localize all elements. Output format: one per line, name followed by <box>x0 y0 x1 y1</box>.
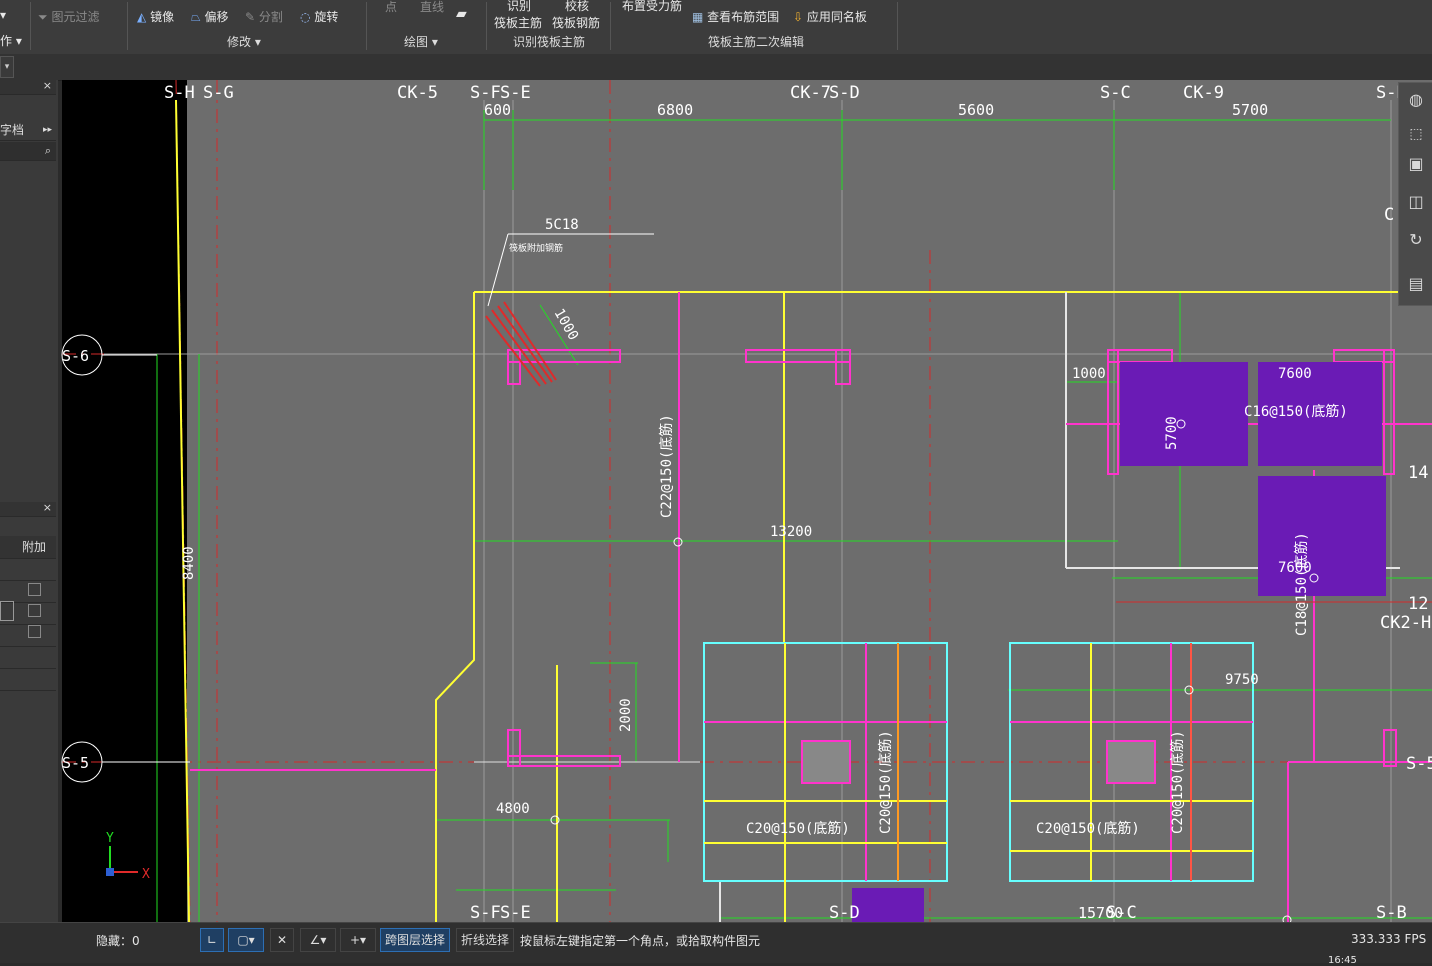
cross-layer-select-button[interactable]: 跨图层选择 <box>380 928 450 952</box>
dimension-text: 5700 <box>1232 101 1268 119</box>
cad-drawing[interactable]: S-H S-G CK-5 S-F S-E CK-7 S-D S-C CK-9 S… <box>0 0 1432 962</box>
snap-toggle[interactable]: ▢▾ <box>228 928 264 952</box>
axis-label: S-C <box>1100 83 1131 103</box>
annotations: 5C18 筏板附加钢筋 1000 C22@150(底筋) 13200 8400 … <box>181 217 1348 837</box>
dimension-text: 5600 <box>958 101 994 119</box>
axis-bubble-label: S-6 <box>62 347 89 365</box>
rebar-label-5c18: 5C18 <box>545 217 579 233</box>
axis-label: S-B <box>1376 903 1407 923</box>
ortho-toggle[interactable]: ∟ <box>200 928 224 952</box>
grid-view-icon[interactable]: ▤ <box>1403 271 1429 297</box>
top-view-icon[interactable]: ▣ <box>1403 151 1429 177</box>
orbit-icon[interactable]: ◍ <box>1403 87 1429 113</box>
rebar-label: C20@150(底筋) <box>1169 730 1186 834</box>
axis-label: S-E <box>500 83 531 103</box>
dimension-text: 5700 <box>1164 416 1180 450</box>
axis-labels-bottom: S-F S-E S-D 15700 S-C S-B <box>470 903 1407 923</box>
axis-bubble-label: S-5 <box>62 754 89 772</box>
axis-bubbles <box>61 334 190 783</box>
command-hint: 按鼠标左键指定第一个角点，或拾取构件图元 <box>520 934 761 948</box>
cross-snap-toggle[interactable]: ✕ <box>270 928 294 952</box>
axis-label: CK-5 <box>397 83 438 103</box>
axis-label: CK-7 <box>790 83 831 103</box>
clock: 16:45 <box>1328 955 1357 966</box>
ortho-icon: ∟ <box>206 933 218 947</box>
axis-label: S-D <box>829 903 860 923</box>
dimension-text: 6800 <box>657 101 693 119</box>
dimension-text: 1000 <box>551 306 582 343</box>
axis-label: S-G <box>203 83 234 103</box>
offset-toggle[interactable]: +▾ <box>340 928 376 952</box>
bubble-labels: S-6 S-5 <box>62 347 89 772</box>
y-axis-label: Y <box>106 831 114 846</box>
axis-label: 12 <box>1408 594 1428 614</box>
polyline-select-button[interactable]: 折线选择 <box>456 928 514 952</box>
3d-view-icon[interactable]: ⬚ <box>1403 121 1429 147</box>
axis-labels-top: S-H S-G CK-5 S-F S-E CK-7 S-D S-C CK-9 S… <box>164 83 1407 103</box>
axis-label: C <box>1384 205 1394 225</box>
ucs-icon: Y X <box>106 831 150 882</box>
axis-label: 14 <box>1408 463 1428 483</box>
hidden-count: 隐藏：0 <box>96 934 140 948</box>
dimension-text: 13200 <box>770 524 812 540</box>
snap-icon: ▢▾ <box>237 933 255 947</box>
dimension-text-top: 600 6800 5600 5700 <box>484 101 1268 119</box>
box-view-icon[interactable]: ◫ <box>1403 189 1429 215</box>
plus-icon: +▾ <box>349 933 367 947</box>
rebar-label: C16@150(底筋) <box>1244 403 1348 420</box>
angle-toggle[interactable]: ∠▾ <box>300 928 336 952</box>
dimension-text: 1000 <box>1072 366 1106 382</box>
rotate-view-icon[interactable]: ↻ <box>1403 227 1429 253</box>
dimension-text: 7600 <box>1278 366 1312 382</box>
axis-label: S-D <box>829 83 860 103</box>
dimension-text: 4800 <box>496 801 530 817</box>
rebar-label: C20@150(底筋) <box>746 820 850 837</box>
axis-lines <box>62 79 1432 923</box>
axis-label: S-E <box>500 903 531 923</box>
rebar-note: 筏板附加钢筋 <box>509 242 563 254</box>
dimension-text: 8400 <box>181 546 197 580</box>
slab-outlines <box>175 99 1400 923</box>
status-bar: 隐藏：0 ∟ ▢▾ ✕ ∠▾ +▾ 跨图层选择 折线选择 按鼠标左键指定第一个角… <box>0 922 1432 966</box>
rebar-label: C22@150(底筋) <box>658 414 675 518</box>
angle-icon: ∠▾ <box>309 933 327 947</box>
dimension-text: 9750 <box>1225 672 1259 688</box>
axis-label: S-H <box>164 83 195 103</box>
view-toolbar: ◍ ⬚ ▣ ◫ ↻ ▤ <box>1398 82 1432 306</box>
grid-lines <box>104 100 1432 922</box>
axis-label: CK2-H <box>1380 613 1431 633</box>
rebar-label: C18@150(底筋) <box>1293 532 1310 636</box>
fps-counter: 333.333 FPS <box>1351 932 1427 946</box>
dimension-text: 600 <box>484 101 511 119</box>
axis-label: CK-9 <box>1183 83 1224 103</box>
x-axis-label: X <box>142 867 150 882</box>
rebar-label: C20@150(底筋) <box>877 730 894 834</box>
axis-label: S-5 <box>1406 754 1432 774</box>
rebar-label: C20@150(底筋) <box>1036 820 1140 837</box>
axis-label: S-F <box>470 83 501 103</box>
dimension-text: 2000 <box>618 698 634 732</box>
axis-label: S-C <box>1106 903 1137 923</box>
axis-label: S-F <box>470 903 501 923</box>
cross-icon: ✕ <box>276 933 288 947</box>
